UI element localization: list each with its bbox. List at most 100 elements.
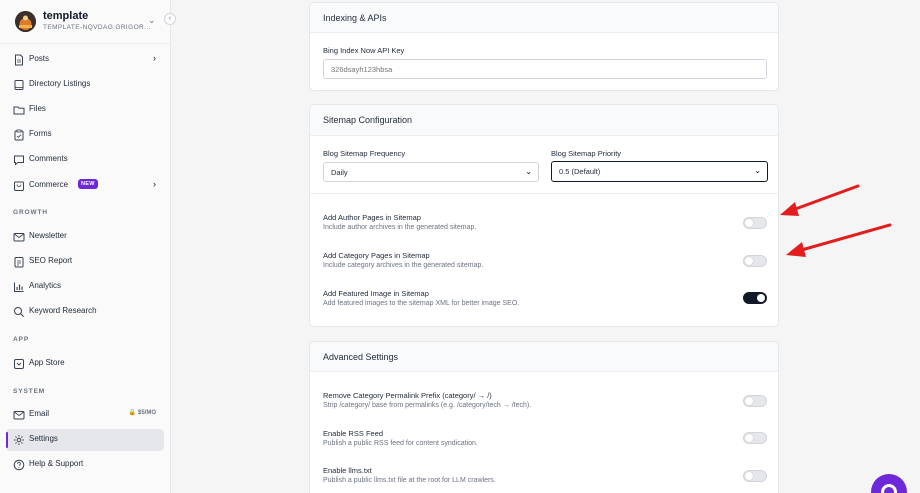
card-header: Advanced Settings — [310, 342, 778, 372]
sidebar-item-label: App Store — [29, 358, 65, 367]
card-title: Sitemap Configuration — [323, 115, 413, 125]
workspace-logo — [15, 11, 36, 32]
sidebar-item-label: Keyword Research — [29, 306, 97, 315]
card-header: Sitemap Configuration — [310, 105, 778, 136]
card-title: Advanced Settings — [323, 352, 399, 362]
sidebar: template TEMPLATE-NQVDAG.GRIGOR... ⌄ ‹ P… — [0, 0, 176, 493]
book-icon — [14, 80, 24, 90]
advanced-card: Advanced Settings Remove Category Permal… — [309, 341, 779, 493]
mail-icon — [13, 233, 25, 242]
toggle-title: Add Author Pages in Sitemap — [323, 213, 421, 222]
report-icon — [14, 257, 24, 268]
sitemap-card: Sitemap Configuration Blog Sitemap Frequ… — [309, 104, 779, 327]
folder-icon — [13, 106, 25, 115]
sidebar-item-app-store[interactable]: App Store — [6, 353, 164, 375]
document-icon — [15, 54, 23, 66]
chat-launcher-button[interactable] — [871, 474, 907, 493]
active-indicator — [6, 432, 8, 448]
featured-image-toggle[interactable] — [743, 292, 767, 304]
cart-icon — [14, 181, 24, 191]
sidebar-item-commerce[interactable]: Commerce NEW › — [6, 175, 164, 197]
toggle-knob — [745, 472, 753, 480]
bing-api-key-input[interactable] — [323, 59, 767, 79]
sidebar-item-analytics[interactable]: Analytics — [6, 276, 164, 298]
toggle-desc: Add featured images to the sitemap XML f… — [323, 300, 520, 307]
category-pages-toggle[interactable] — [743, 255, 767, 267]
red-arrow-annotation — [786, 223, 892, 257]
divider — [310, 193, 778, 194]
priority-value: 0.5 (Default) — [559, 167, 601, 176]
sidebar-item-email[interactable]: Email 🔒 $5/MO — [6, 404, 164, 426]
workspace-name: template — [43, 10, 89, 22]
toggle-knob — [745, 434, 753, 442]
toggle-title: Remove Category Permalink Prefix (catego… — [323, 391, 492, 400]
toggle-knob — [757, 294, 765, 302]
sidebar-item-keyword-research[interactable]: Keyword Research — [6, 301, 164, 323]
sidebar-item-seo-report[interactable]: SEO Report — [6, 251, 164, 273]
chevron-down-icon: ⌄ — [525, 167, 532, 176]
red-arrow-annotation — [780, 184, 860, 216]
sidebar-item-label: Comments — [29, 154, 68, 163]
sidebar-item-help-support[interactable]: Help & Support — [6, 454, 164, 476]
chart-icon — [14, 282, 24, 292]
sidebar-item-label: Help & Support — [29, 459, 84, 468]
new-badge: NEW — [78, 179, 98, 189]
sidebar-item-comments[interactable]: Comments — [6, 149, 164, 171]
sidebar-item-label: Directory Listings — [29, 79, 91, 88]
toggle-desc: Publish a public RSS feed for content sy… — [323, 440, 478, 447]
collapse-sidebar-icon[interactable]: ‹ — [164, 13, 176, 25]
toggle-knob — [745, 219, 753, 227]
sidebar-item-forms[interactable]: Forms — [6, 124, 164, 146]
workspace-subtitle: TEMPLATE-NQVDAG.GRIGOR... — [43, 24, 151, 31]
card-title: Indexing & APIs — [323, 13, 387, 23]
bing-label: Bing Index Now API Key — [323, 46, 405, 55]
frequency-value: Daily — [331, 168, 348, 177]
store-icon — [14, 359, 24, 369]
toggle-knob — [745, 397, 753, 405]
toggle-title: Enable RSS Feed — [323, 429, 384, 438]
frequency-select[interactable]: Daily ⌄ — [323, 162, 539, 182]
search-icon — [14, 307, 24, 317]
chevron-right-icon: › — [153, 53, 156, 63]
sidebar-item-label: Newsletter — [29, 231, 67, 240]
sidebar-item-files[interactable]: Files — [6, 99, 164, 121]
toggle-knob — [745, 257, 753, 265]
workspace-switcher[interactable]: template TEMPLATE-NQVDAG.GRIGOR... ⌄ — [0, 0, 171, 44]
sidebar-item-label: Commerce — [29, 180, 69, 189]
mail-icon — [13, 411, 25, 420]
llms-txt-toggle[interactable] — [743, 470, 767, 482]
toggle-desc: Strip /category/ base from permalinks (e… — [323, 402, 532, 409]
sidebar-item-settings[interactable]: Settings — [6, 429, 164, 451]
frequency-label: Blog Sitemap Frequency — [323, 149, 406, 158]
sidebar-item-label: Settings — [29, 434, 58, 443]
sidebar-item-directory-listings[interactable]: Directory Listings — [6, 74, 164, 96]
chat-icon — [14, 155, 24, 166]
sidebar-item-label: Posts — [29, 54, 50, 63]
card-header: Indexing & APIs — [310, 3, 778, 33]
remove-category-prefix-toggle[interactable] — [743, 395, 767, 407]
priority-select[interactable]: 0.5 (Default) ⌄ — [551, 161, 768, 182]
clipboard-icon — [14, 129, 24, 141]
toggle-title: Enable llms.txt — [323, 466, 372, 475]
author-pages-toggle[interactable] — [743, 217, 767, 229]
sidebar-item-label: SEO Report — [29, 256, 73, 265]
sidebar-item-label: Files — [29, 104, 46, 113]
section-label-app: APP — [13, 336, 30, 343]
sidebar-item-newsletter[interactable]: Newsletter — [6, 226, 164, 248]
sidebar-item-label: Email — [29, 409, 50, 418]
toggle-desc: Include category archives in the generat… — [323, 262, 484, 269]
rss-feed-toggle[interactable] — [743, 432, 767, 444]
chevron-down-icon: ⌄ — [754, 166, 761, 175]
priority-label: Blog Sitemap Priority — [551, 149, 622, 158]
gear-icon — [14, 435, 24, 445]
sidebar-item-label: Forms — [29, 129, 52, 138]
chevron-down-icon[interactable]: ⌄ — [148, 15, 156, 26]
section-label-system: SYSTEM — [13, 388, 46, 395]
indexing-card: Indexing & APIs Bing Index Now API Key — [309, 2, 779, 91]
sidebar-item-posts[interactable]: Posts › — [6, 49, 164, 71]
toggle-desc: Publish a public llms.txt file at the ro… — [323, 477, 496, 484]
price-badge: 🔒 $5/MO — [128, 410, 156, 416]
sidebar-item-label: Analytics — [29, 281, 62, 290]
section-label-growth: GROWTH — [13, 209, 49, 216]
toggle-title: Add Featured Image in Sitemap — [323, 289, 429, 298]
